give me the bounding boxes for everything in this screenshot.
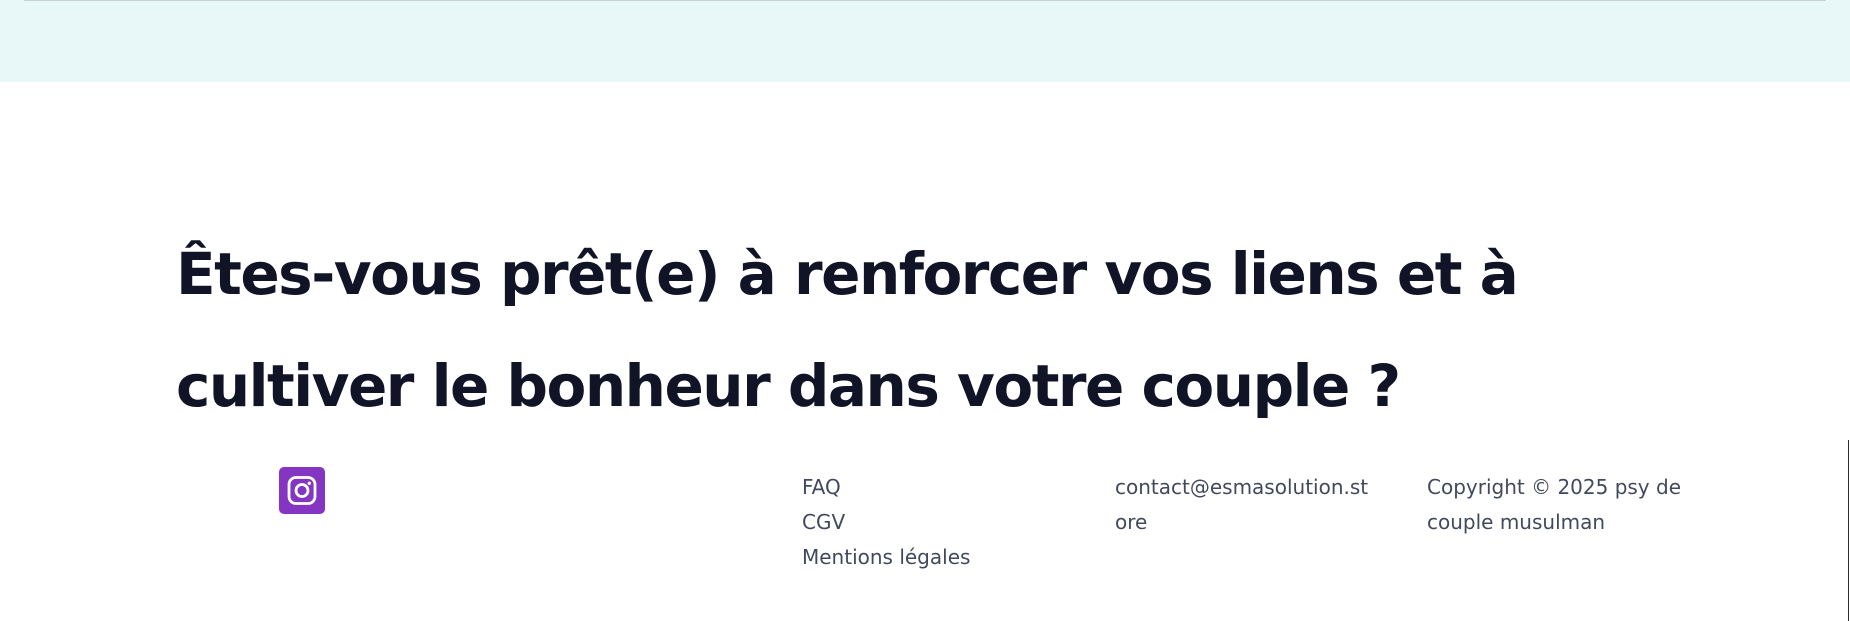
footer-contact: contact@esmasolution.store: [1115, 470, 1375, 540]
instagram-glyph: [287, 476, 317, 505]
instagram-icon[interactable]: [279, 467, 325, 514]
window-edge-line: [1848, 440, 1849, 621]
footer-links: FAQ CGV Mentions légales: [802, 470, 970, 575]
footer-link-faq[interactable]: FAQ: [802, 470, 970, 505]
top-divider: [24, 0, 1826, 1]
footer-link-cgv[interactable]: CGV: [802, 505, 970, 540]
top-section-band: [0, 0, 1850, 82]
footer-copyright: Copyright © 2025 psy de couple musulman: [1427, 475, 1682, 534]
cta-heading: Êtes-vous prêt(e) à renforcer vos liens …: [176, 240, 1519, 420]
footer-link-mentions-legales[interactable]: Mentions légales: [802, 540, 970, 575]
contact-email-link[interactable]: contact@esmasolution.store: [1115, 470, 1375, 540]
